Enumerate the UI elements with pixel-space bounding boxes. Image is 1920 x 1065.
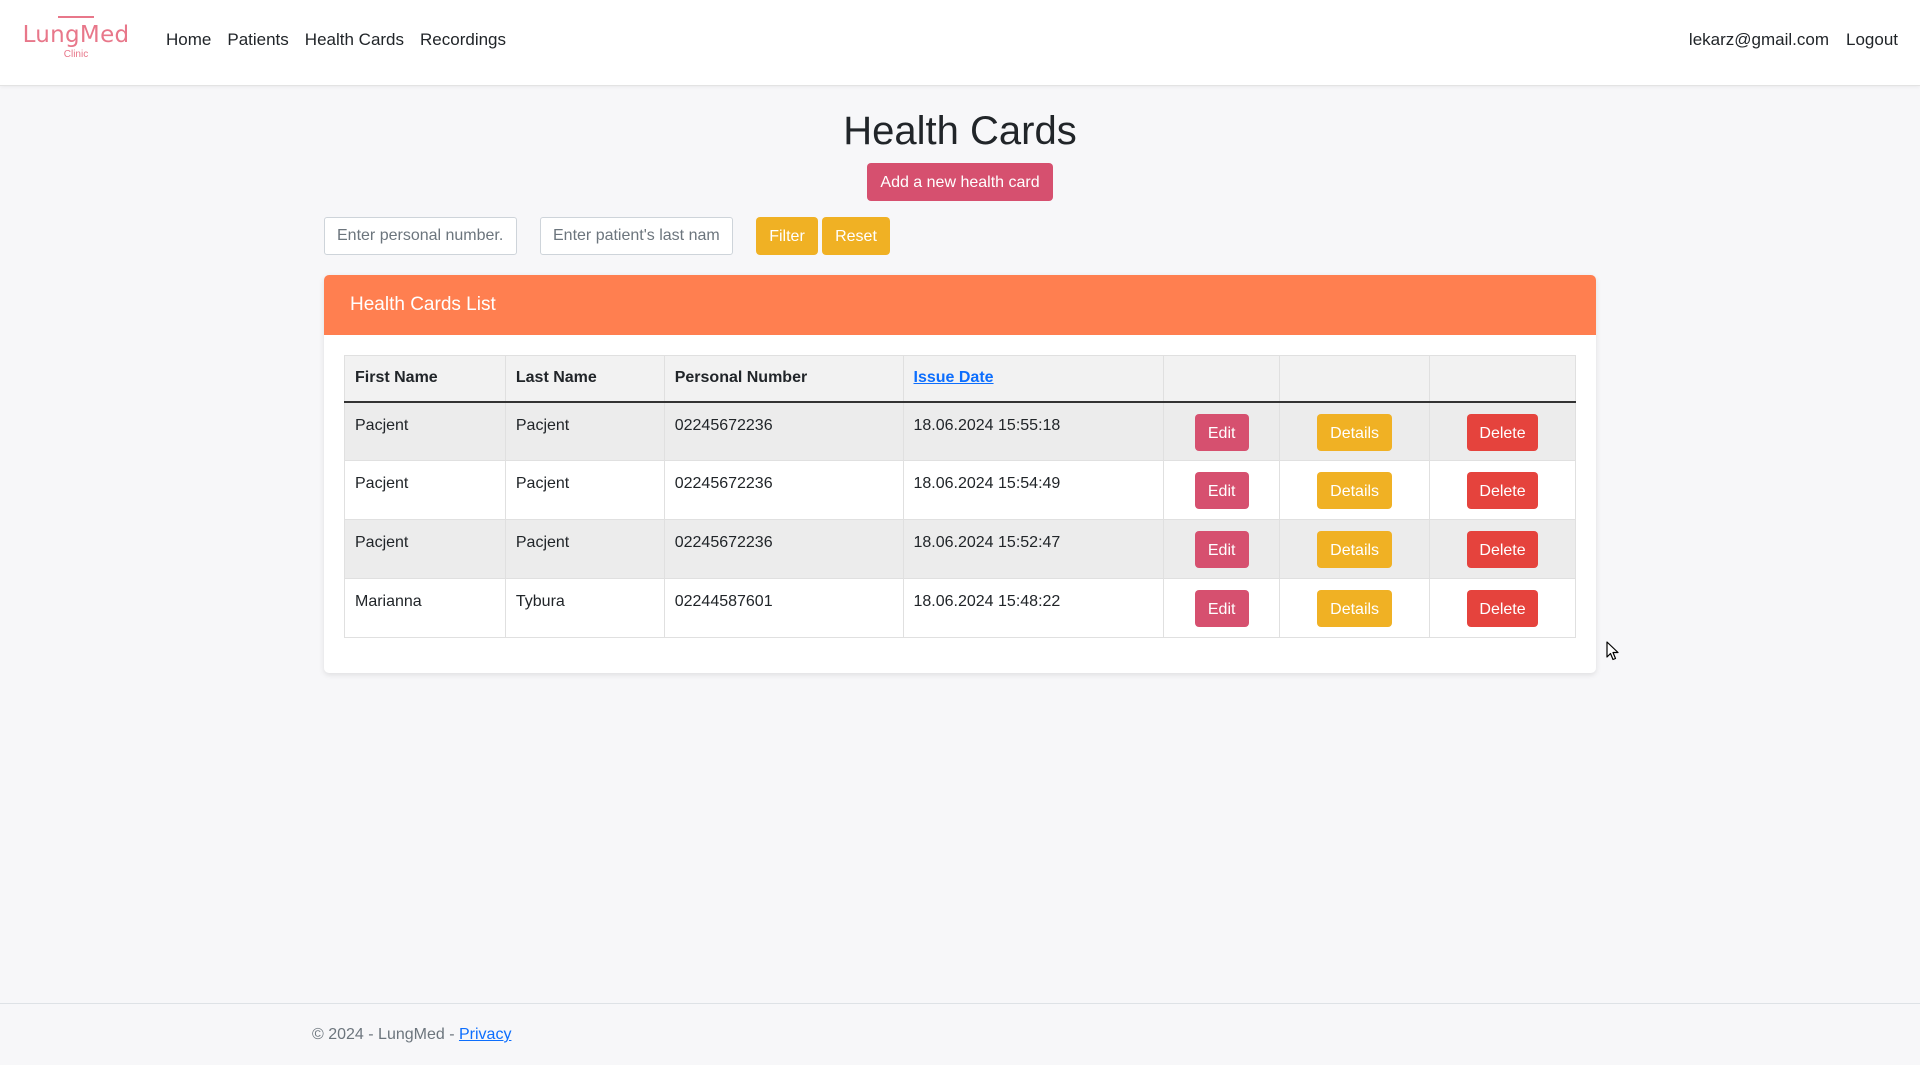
edit-button[interactable]: Edit	[1194, 531, 1249, 568]
column-header-details	[1279, 355, 1431, 403]
delete-button[interactable]: Delete	[1467, 531, 1539, 568]
cell-issue-date: 18.06.2024 15:54:49	[902, 460, 1165, 520]
delete-button[interactable]: Delete	[1467, 413, 1539, 451]
column-header-last-name: Last Name	[504, 355, 665, 403]
logout-link[interactable]: Logout	[1846, 30, 1898, 50]
cell-first-name: Pacjent	[344, 460, 506, 520]
add-health-card-button[interactable]: Add a new health card	[867, 163, 1053, 201]
cell-issue-date: 18.06.2024 15:48:22	[902, 578, 1165, 638]
issue-date-sort-link[interactable]: Issue Date	[914, 369, 994, 386]
page-title: Health Cards	[843, 109, 1077, 153]
user-nav: lekarz@gmail.com Logout	[1672, 30, 1898, 50]
cell-personal-number: 02245672236	[663, 519, 904, 579]
cell-last-name: Pacjent	[504, 519, 665, 579]
table-row: Marianna Tybura 02244587601 18.06.2024 1…	[344, 578, 1576, 638]
cell-last-name: Tybura	[504, 578, 665, 638]
edit-button[interactable]: Edit	[1194, 413, 1249, 451]
details-button[interactable]: Details	[1317, 531, 1393, 568]
logo-subtext: Clinic	[63, 49, 89, 60]
main-nav: Home Patients Health Cards Recordings	[166, 30, 522, 50]
table-header-row: First Name Last Name Personal Number Iss…	[344, 355, 1576, 403]
cell-issue-date: 18.06.2024 15:55:18	[902, 401, 1165, 461]
delete-button[interactable]: Delete	[1467, 590, 1539, 627]
footer-copyright: © 2024 - LungMed -	[312, 1026, 459, 1043]
lungmed-logo[interactable]: LungMed Clinic	[18, 16, 134, 70]
edit-button[interactable]: Edit	[1194, 590, 1249, 627]
column-header-issue-date: Issue Date	[902, 355, 1165, 403]
cell-first-name: Pacjent	[344, 401, 506, 461]
column-header-delete	[1429, 355, 1576, 403]
table-row: Pacjent Pacjent 02245672236 18.06.2024 1…	[344, 460, 1576, 520]
column-header-edit	[1163, 355, 1281, 403]
nav-health-cards-link[interactable]: Health Cards	[305, 30, 404, 50]
nav-patients-link[interactable]: Patients	[227, 30, 288, 50]
cell-last-name: Pacjent	[504, 460, 665, 520]
cell-issue-date: 18.06.2024 15:52:47	[902, 519, 1165, 579]
cell-first-name: Pacjent	[344, 519, 506, 579]
column-header-first-name: First Name	[344, 355, 506, 403]
nav-home-link[interactable]: Home	[166, 30, 211, 50]
page-footer: © 2024 - LungMed - Privacy	[0, 1003, 1920, 1065]
footer-text: © 2024 - LungMed - Privacy	[312, 1026, 511, 1044]
nav-recordings-link[interactable]: Recordings	[420, 30, 506, 50]
cell-personal-number: 02245672236	[663, 401, 904, 461]
delete-button[interactable]: Delete	[1467, 472, 1539, 509]
details-button[interactable]: Details	[1317, 472, 1393, 509]
last-name-filter-input[interactable]	[540, 217, 733, 255]
filter-button[interactable]: Filter	[756, 217, 818, 255]
card-header-title: Health Cards List	[324, 275, 1596, 335]
privacy-link[interactable]: Privacy	[459, 1026, 511, 1043]
logo-accent-bar	[58, 16, 94, 18]
top-navbar: LungMed Clinic Home Patients Health Card…	[0, 0, 1920, 86]
cell-first-name: Marianna	[344, 578, 506, 638]
edit-button[interactable]: Edit	[1194, 472, 1249, 509]
personal-number-filter-input[interactable]	[324, 217, 517, 255]
user-email-link[interactable]: lekarz@gmail.com	[1689, 30, 1829, 50]
health-cards-list-card: Health Cards List First Name Last Name P…	[324, 275, 1596, 673]
cell-last-name: Pacjent	[504, 401, 665, 461]
logo-text: LungMed	[22, 22, 130, 48]
table-row: Pacjent Pacjent 02245672236 18.06.2024 1…	[344, 519, 1576, 579]
cell-personal-number: 02244587601	[663, 578, 904, 638]
mouse-pointer-icon	[1606, 641, 1619, 661]
health-cards-table: First Name Last Name Personal Number Iss…	[344, 355, 1576, 638]
table-row: Pacjent Pacjent 02245672236 18.06.2024 1…	[344, 401, 1576, 461]
details-button[interactable]: Details	[1317, 590, 1393, 627]
details-button[interactable]: Details	[1317, 413, 1393, 451]
column-header-personal-number: Personal Number	[663, 355, 904, 403]
cell-personal-number: 02245672236	[663, 460, 904, 520]
reset-button[interactable]: Reset	[822, 217, 890, 255]
